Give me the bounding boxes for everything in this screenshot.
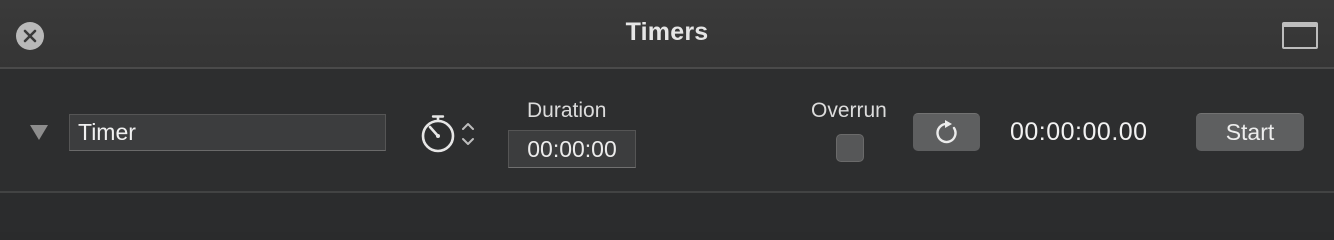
stopwatch-icon [421,115,474,153]
duration-field[interactable] [508,130,636,168]
title-bar: Timers [0,0,1334,69]
timer-row: Duration Overrun 00:00:00.00 Start [0,69,1334,193]
timer-name-field[interactable] [69,114,386,151]
duration-label: Duration [527,99,607,122]
start-button[interactable]: Start [1196,113,1304,151]
empty-list-area [0,193,1334,232]
window-title: Timers [625,18,709,46]
window-icon[interactable] [1282,22,1318,49]
up-down-chevron-icon [462,123,474,145]
overrun-checkbox[interactable] [836,134,864,162]
reset-button[interactable] [913,113,980,151]
timer-mode-selector[interactable] [419,113,481,155]
reset-icon [935,119,957,143]
overrun-label: Overrun [811,99,887,122]
disclosure-triangle-icon[interactable] [30,125,48,140]
elapsed-time-display: 00:00:00.00 [1010,118,1148,146]
timers-window: Timers Duration Overrun [0,0,1334,232]
